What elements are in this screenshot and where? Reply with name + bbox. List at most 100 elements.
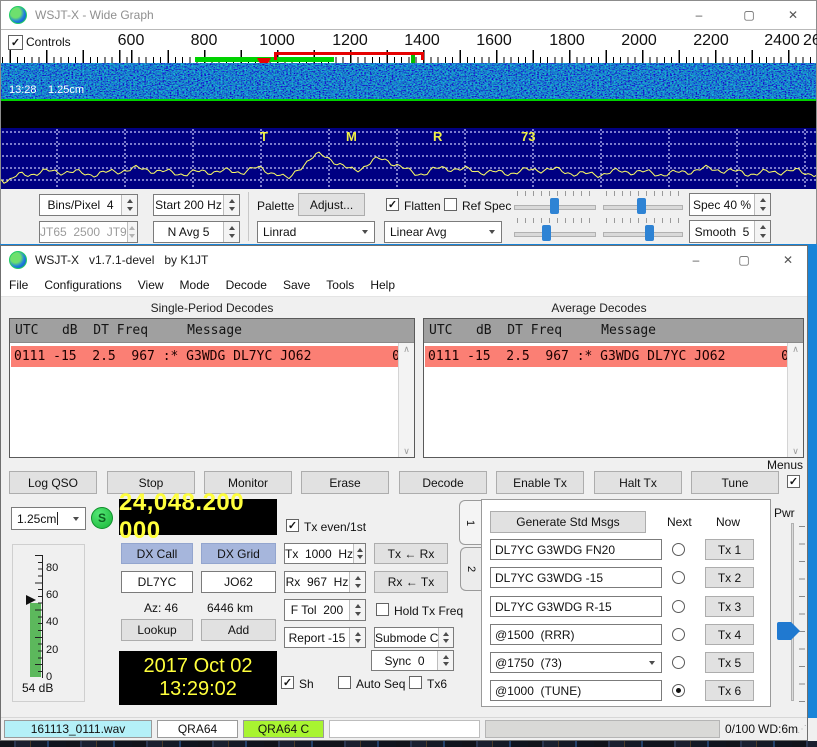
tx6-checkbox[interactable] bbox=[409, 676, 422, 689]
avg-mode-combo[interactable]: Linear Avg bbox=[384, 221, 502, 243]
controls-checkbox[interactable] bbox=[8, 35, 23, 50]
close-icon[interactable]: ✕ bbox=[773, 249, 803, 271]
spinner-arrows-icon[interactable] bbox=[754, 221, 770, 242]
tx3-next-radio[interactable] bbox=[672, 600, 685, 613]
menu-decode[interactable]: Decode bbox=[218, 278, 275, 292]
spectrum-gain-slider[interactable] bbox=[514, 224, 596, 242]
spectrum-panel[interactable]: T M R 73 bbox=[1, 128, 816, 189]
tune-button[interactable]: Tune bbox=[691, 471, 779, 494]
dx-call-input[interactable]: DL7YC bbox=[121, 571, 193, 593]
tab-2[interactable]: 2 bbox=[460, 547, 481, 591]
bins-pixel-spinner[interactable]: Bins/Pixel 4 bbox=[39, 194, 138, 216]
submode-spinner[interactable]: Submode C bbox=[374, 627, 454, 648]
generate-std-msgs-button[interactable]: Generate Std Msgs bbox=[490, 511, 646, 533]
spinner-arrows-icon[interactable] bbox=[223, 195, 239, 215]
scroll-down-icon[interactable]: ∨ bbox=[792, 445, 799, 457]
n-avg-spinner[interactable]: N Avg 5 bbox=[153, 221, 240, 243]
spinner-arrows-icon[interactable] bbox=[438, 628, 453, 647]
scroll-up-icon[interactable]: ∧ bbox=[792, 343, 799, 355]
spec-percent-spinner[interactable]: Spec 40 % bbox=[689, 193, 771, 216]
wide-graph-titlebar[interactable]: WSJT-X - Wide Graph – ▢ ✕ bbox=[1, 1, 816, 29]
tx2-message-field[interactable]: DL7YC G3WDG -15 bbox=[490, 567, 662, 588]
scroll-down-icon[interactable]: ∨ bbox=[403, 445, 410, 457]
log-qso-button[interactable]: Log QSO bbox=[9, 471, 97, 494]
tx1-now-button[interactable]: Tx 1 bbox=[705, 539, 754, 560]
decode-button[interactable]: Decode bbox=[399, 471, 487, 494]
menu-help[interactable]: Help bbox=[362, 278, 403, 292]
pwr-slider-track[interactable] bbox=[791, 523, 794, 701]
menu-mode[interactable]: Mode bbox=[172, 278, 218, 292]
dx-call-header[interactable]: DX Call bbox=[121, 543, 193, 564]
tx2-next-radio[interactable] bbox=[672, 571, 685, 584]
maximize-icon[interactable]: ▢ bbox=[734, 4, 764, 26]
tx4-message-field[interactable]: @1500 (RRR) bbox=[490, 624, 662, 645]
minimize-icon[interactable]: – bbox=[681, 249, 711, 271]
tx3-now-button[interactable]: Tx 3 bbox=[705, 596, 754, 617]
slider-handle[interactable] bbox=[542, 225, 551, 241]
jt65-jt9-spinner[interactable]: JT65 2500 JT9 bbox=[39, 221, 138, 243]
spinner-arrows-icon[interactable] bbox=[349, 600, 365, 620]
add-button[interactable]: Add bbox=[201, 619, 276, 641]
waterfall-gain-slider[interactable] bbox=[514, 197, 596, 215]
tx4-next-radio[interactable] bbox=[672, 628, 685, 641]
tx3-message-field[interactable]: DL7YC G3WDG R-15 bbox=[490, 596, 662, 617]
slider-handle[interactable] bbox=[550, 198, 559, 214]
palette-combo[interactable]: Linrad bbox=[257, 221, 375, 243]
menu-save[interactable]: Save bbox=[275, 278, 318, 292]
scroll-up-icon[interactable]: ∧ bbox=[403, 343, 410, 355]
decode-scrollbar[interactable]: ∧ ∨ bbox=[398, 343, 414, 457]
sync-spinner[interactable]: Sync 0 bbox=[371, 650, 454, 671]
tx5-message-combo[interactable]: @1750 (73) bbox=[490, 652, 662, 673]
rx-freq-spinner[interactable]: Rx 967 Hz bbox=[284, 571, 366, 593]
slider-handle[interactable] bbox=[645, 225, 654, 241]
dx-grid-input[interactable]: JO62 bbox=[201, 571, 276, 593]
sh-checkbox[interactable] bbox=[281, 676, 294, 689]
tx-freq-spinner[interactable]: Tx 1000 Hz bbox=[284, 543, 366, 564]
minimize-icon[interactable]: – bbox=[684, 4, 714, 26]
wide-graph-plot[interactable]: Controls 600 800 1000 1200 1400 1600 180… bbox=[1, 29, 816, 189]
smooth-spinner[interactable]: Smooth 5 bbox=[689, 220, 771, 243]
main-titlebar[interactable]: WSJT-X v1.7.1-devel by K1JT – ▢ ✕ bbox=[1, 246, 807, 274]
menu-view[interactable]: View bbox=[130, 278, 172, 292]
tx6-now-button[interactable]: Tx 6 bbox=[705, 680, 754, 701]
dx-grid-header[interactable]: DX Grid bbox=[201, 543, 276, 564]
band-combo[interactable]: 1.25cm bbox=[11, 507, 86, 530]
tx6-next-radio[interactable] bbox=[672, 684, 685, 697]
close-icon[interactable]: ✕ bbox=[778, 4, 808, 26]
single-period-decodes-panel[interactable]: UTC dB DT Freq Message 0111 -15 2.5 967 … bbox=[9, 318, 415, 458]
sync-status-button[interactable]: S bbox=[91, 507, 113, 529]
spinner-arrows-icon[interactable] bbox=[437, 651, 453, 670]
spinner-arrows-icon[interactable] bbox=[349, 628, 365, 647]
tx1-message-field[interactable]: DL7YC G3WDG FN20 bbox=[490, 539, 662, 560]
erase-button[interactable]: Erase bbox=[301, 471, 389, 494]
lookup-button[interactable]: Lookup bbox=[121, 619, 193, 641]
slider-handle[interactable] bbox=[637, 198, 646, 214]
decode-row[interactable]: 0111 -15 2.5 967 :* G3WDG DL7YC JO62 0 bbox=[11, 346, 403, 367]
auto-seq-checkbox[interactable] bbox=[338, 676, 351, 689]
tx5-now-button[interactable]: Tx 5 bbox=[705, 652, 754, 673]
tx4-now-button[interactable]: Tx 4 bbox=[705, 624, 754, 645]
maximize-icon[interactable]: ▢ bbox=[729, 249, 759, 271]
tx-even-checkbox[interactable] bbox=[286, 519, 299, 532]
tx1-next-radio[interactable] bbox=[672, 543, 685, 556]
ref-spec-checkbox[interactable] bbox=[444, 198, 457, 211]
average-decodes-panel[interactable]: UTC dB DT Freq Message 0111 -15 2.5 967 … bbox=[423, 318, 804, 458]
spinner-arrows-icon[interactable] bbox=[121, 195, 137, 215]
tx2-now-button[interactable]: Tx 2 bbox=[705, 567, 754, 588]
decode-scrollbar[interactable]: ∧ ∨ bbox=[787, 343, 803, 457]
hold-tx-freq-checkbox[interactable] bbox=[376, 603, 389, 616]
menu-tools[interactable]: Tools bbox=[318, 278, 362, 292]
f-tol-spinner[interactable]: F Tol 200 bbox=[284, 599, 366, 621]
spinner-arrows-icon[interactable] bbox=[754, 194, 770, 215]
waterfall-zero-slider[interactable] bbox=[603, 197, 683, 215]
menus-checkbox[interactable] bbox=[787, 475, 800, 488]
spinner-arrows-icon[interactable] bbox=[349, 572, 365, 592]
tx5-next-radio[interactable] bbox=[672, 656, 685, 669]
menu-configurations[interactable]: Configurations bbox=[36, 278, 129, 292]
enable-tx-button[interactable]: Enable Tx bbox=[496, 471, 584, 494]
pwr-slider-handle[interactable] bbox=[777, 622, 791, 640]
tx6-message-field[interactable]: @1000 (TUNE) bbox=[490, 680, 662, 701]
menu-file[interactable]: File bbox=[1, 278, 36, 292]
resize-grip-icon[interactable]: ⋰ bbox=[797, 724, 807, 735]
tx-from-rx-button[interactable]: Tx ← Rx bbox=[374, 543, 448, 564]
